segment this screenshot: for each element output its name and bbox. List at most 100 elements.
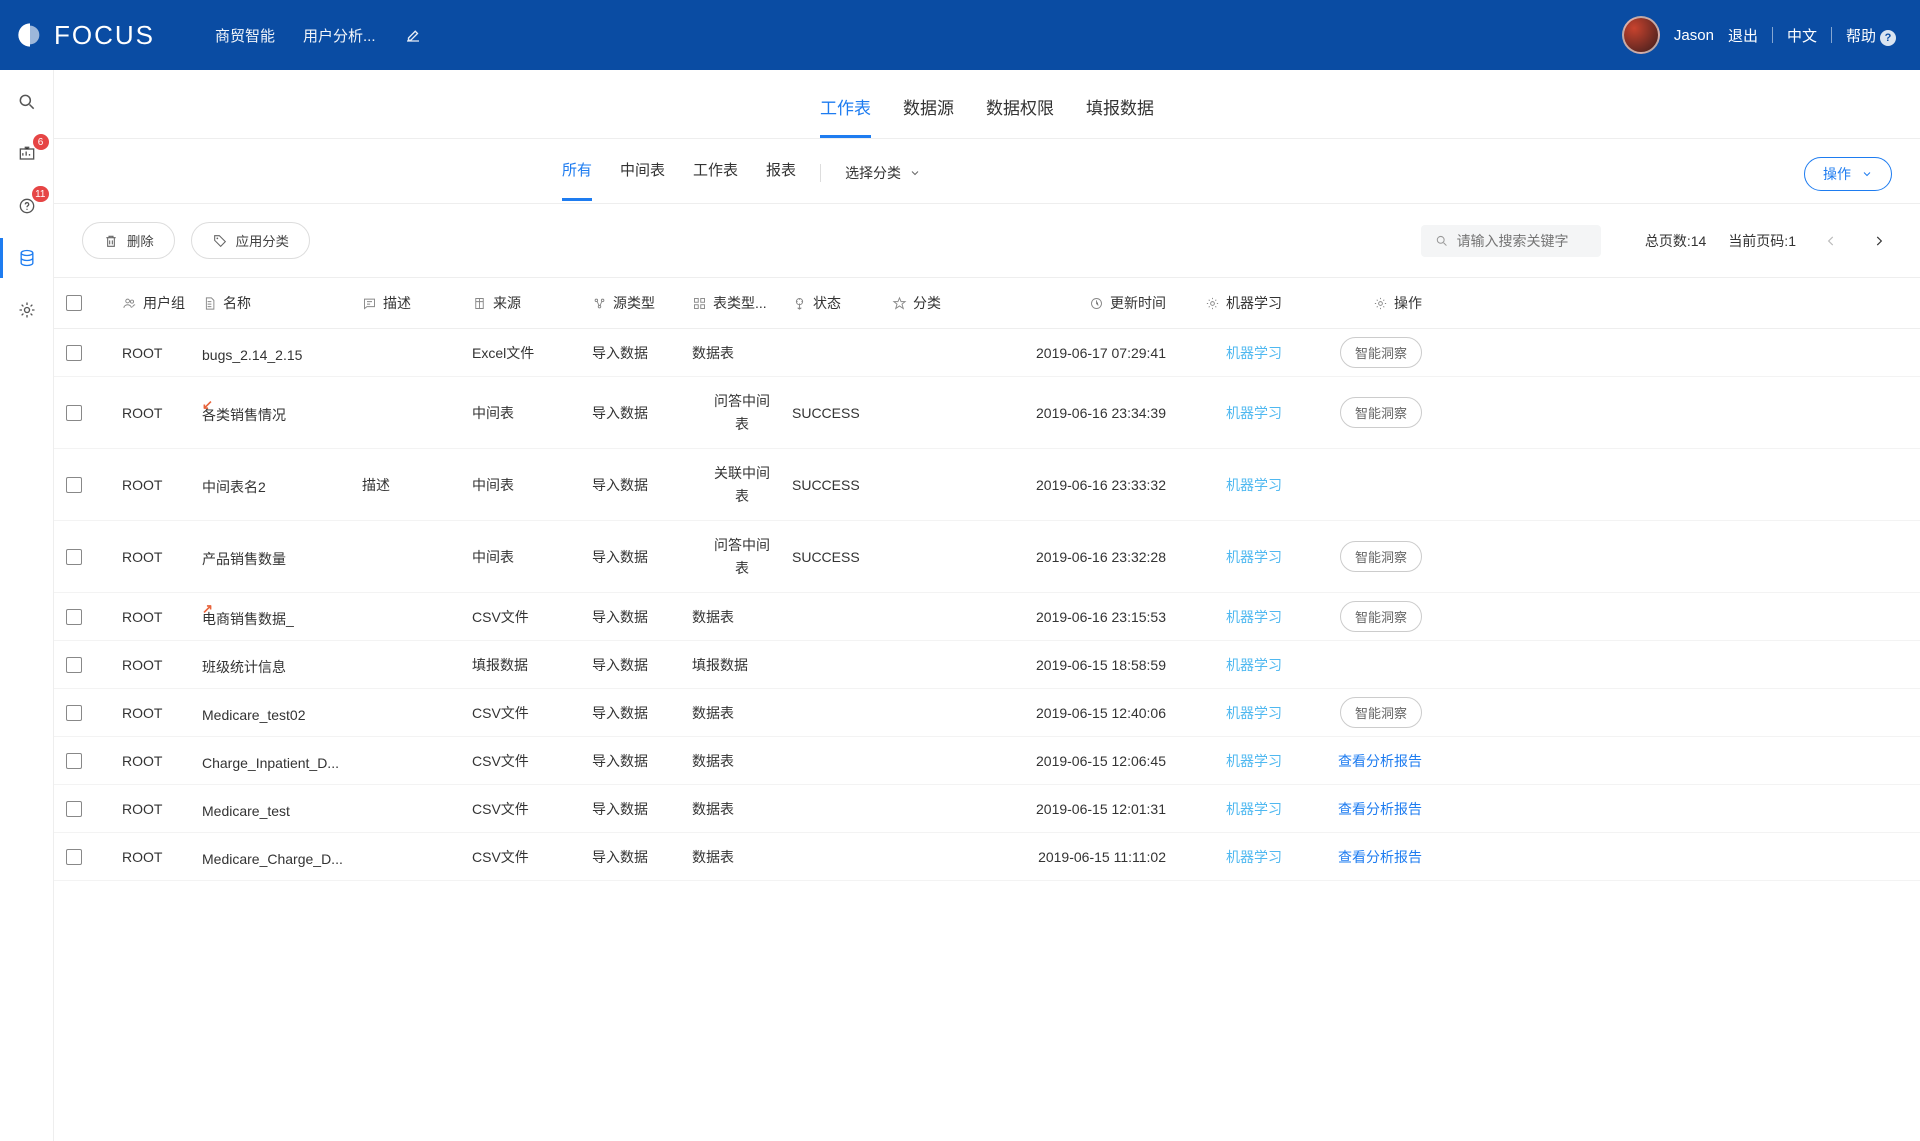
- lang-link[interactable]: 中文: [1787, 25, 1817, 46]
- help-link[interactable]: 帮助?: [1846, 25, 1896, 46]
- avatar[interactable]: [1622, 16, 1660, 54]
- tab-secondary-3[interactable]: 报表: [766, 159, 796, 201]
- search-input[interactable]: [1457, 233, 1587, 249]
- cell-sourcetype: 导入数据: [592, 703, 692, 723]
- sidebar-pinboard[interactable]: 6: [15, 142, 39, 166]
- ml-link[interactable]: 机器学习: [1226, 657, 1282, 673]
- insight-button[interactable]: 智能洞察: [1340, 697, 1422, 728]
- insight-button[interactable]: 智能洞察: [1340, 397, 1422, 428]
- cell-source: CSV文件: [472, 799, 592, 819]
- cell-source: CSV文件: [472, 607, 592, 627]
- logout-link[interactable]: 退出: [1728, 25, 1758, 46]
- next-page[interactable]: [1866, 228, 1892, 254]
- divider: [1831, 27, 1832, 43]
- cell-name[interactable]: 中间表名2: [202, 473, 362, 497]
- header-right: Jason 退出 中文 帮助?: [1622, 16, 1896, 54]
- row-checkbox[interactable]: [66, 801, 82, 817]
- tag-icon: [212, 233, 228, 249]
- cell-name[interactable]: Medicare_Charge_D...: [202, 847, 362, 867]
- cell-name[interactable]: ↗电商销售数据_: [202, 605, 362, 629]
- view-report-link[interactable]: 查看分析报告: [1338, 849, 1422, 865]
- insight-button[interactable]: 智能洞察: [1340, 541, 1422, 572]
- row-checkbox[interactable]: [66, 705, 82, 721]
- ml-link[interactable]: 机器学习: [1226, 345, 1282, 361]
- cell-name[interactable]: ↙各类销售情况: [202, 401, 362, 425]
- ml-link[interactable]: 机器学习: [1226, 801, 1282, 817]
- tab-primary-3[interactable]: 填报数据: [1086, 94, 1154, 138]
- cell-usergroup: ROOT: [122, 549, 202, 565]
- row-checkbox[interactable]: [66, 609, 82, 625]
- table-row: ROOTMedicare_test02CSV文件导入数据数据表2019-06-1…: [54, 689, 1920, 737]
- divider: [1772, 27, 1773, 43]
- ml-link[interactable]: 机器学习: [1226, 705, 1282, 721]
- nav-item-0[interactable]: 商贸智能: [215, 25, 275, 46]
- cell-name[interactable]: bugs_2.14_2.15: [202, 343, 362, 363]
- delete-button[interactable]: 删除: [82, 222, 175, 259]
- nav-top: 商贸智能 用户分析...: [215, 25, 422, 46]
- ml-link[interactable]: 机器学习: [1226, 609, 1282, 625]
- cell-name[interactable]: Medicare_test02: [202, 703, 362, 723]
- row-checkbox[interactable]: [66, 549, 82, 565]
- sidebar-settings[interactable]: [15, 298, 39, 322]
- sidebar-search[interactable]: [15, 90, 39, 114]
- sourcetype-icon: [592, 296, 607, 311]
- cell-updated: 2019-06-16 23:34:39: [982, 405, 1172, 421]
- sidebar-question[interactable]: 11: [15, 194, 39, 218]
- tab-primary-1[interactable]: 数据源: [903, 94, 954, 138]
- edit-icon[interactable]: [404, 26, 422, 44]
- gear-icon: [1205, 296, 1220, 311]
- cell-tabletype: 数据表: [692, 847, 792, 867]
- main: 工作表数据源数据权限填报数据 所有中间表工作表报表 选择分类 操作 删除 应用分…: [54, 70, 1920, 1141]
- nav-item-1[interactable]: 用户分析...: [303, 25, 376, 46]
- ml-link[interactable]: 机器学习: [1226, 549, 1282, 565]
- tab-primary-0[interactable]: 工作表: [820, 94, 871, 138]
- cell-name[interactable]: Medicare_test: [202, 799, 362, 819]
- tab-primary-2[interactable]: 数据权限: [986, 94, 1054, 138]
- row-checkbox[interactable]: [66, 477, 82, 493]
- cell-tabletype: 数据表: [692, 751, 792, 771]
- row-checkbox[interactable]: [66, 849, 82, 865]
- ml-link[interactable]: 机器学习: [1226, 849, 1282, 865]
- apply-category-button[interactable]: 应用分类: [191, 222, 310, 259]
- cell-usergroup: ROOT: [122, 705, 202, 721]
- insight-button[interactable]: 智能洞察: [1340, 337, 1422, 368]
- ml-link[interactable]: 机器学习: [1226, 753, 1282, 769]
- cell-sourcetype: 导入数据: [592, 847, 692, 867]
- username[interactable]: Jason: [1674, 27, 1714, 44]
- row-checkbox[interactable]: [66, 405, 82, 421]
- cell-sourcetype: 导入数据: [592, 343, 692, 363]
- ml-link[interactable]: 机器学习: [1226, 477, 1282, 493]
- cell-updated: 2019-06-17 07:29:41: [982, 345, 1172, 361]
- view-report-link[interactable]: 查看分析报告: [1338, 753, 1422, 769]
- row-checkbox[interactable]: [66, 753, 82, 769]
- cell-name[interactable]: Charge_Inpatient_D...: [202, 751, 362, 771]
- search-box[interactable]: [1421, 225, 1601, 257]
- logo[interactable]: FOCUS: [16, 20, 155, 51]
- view-report-link[interactable]: 查看分析报告: [1338, 801, 1422, 817]
- tab-secondary-2[interactable]: 工作表: [693, 159, 738, 201]
- ml-link[interactable]: 机器学习: [1226, 405, 1282, 421]
- pager-info: 总页数:14 当前页码:1: [1645, 228, 1892, 254]
- cell-usergroup: ROOT: [122, 801, 202, 817]
- row-checkbox[interactable]: [66, 657, 82, 673]
- data-table: 用户组 名称 描述 来源 源类型 表类型... 状态 分类 更新时间 机器学习 …: [54, 277, 1920, 881]
- sidebar-data[interactable]: [15, 246, 39, 270]
- select-all-checkbox[interactable]: [66, 295, 82, 311]
- prev-page[interactable]: [1818, 228, 1844, 254]
- action-dropdown[interactable]: 操作: [1804, 157, 1892, 191]
- row-checkbox[interactable]: [66, 345, 82, 361]
- cell-status: SUCCESS: [792, 405, 892, 421]
- tab-secondary-1[interactable]: 中间表: [620, 159, 665, 201]
- insight-button[interactable]: 智能洞察: [1340, 601, 1422, 632]
- tabs-secondary: 所有中间表工作表报表: [562, 159, 796, 201]
- cell-name[interactable]: 产品销售数量: [202, 545, 362, 569]
- cell-tabletype: 关联中间表: [692, 462, 792, 507]
- tab-secondary-0[interactable]: 所有: [562, 159, 592, 201]
- cell-sourcetype: 导入数据: [592, 799, 692, 819]
- subbar: 所有中间表工作表报表 选择分类 操作: [54, 139, 1920, 204]
- cell-source: Excel文件: [472, 343, 592, 363]
- category-select[interactable]: 选择分类: [845, 163, 921, 197]
- cell-name[interactable]: 班级统计信息: [202, 653, 362, 677]
- logo-icon: [16, 21, 44, 49]
- cell-updated: 2019-06-16 23:33:32: [982, 477, 1172, 493]
